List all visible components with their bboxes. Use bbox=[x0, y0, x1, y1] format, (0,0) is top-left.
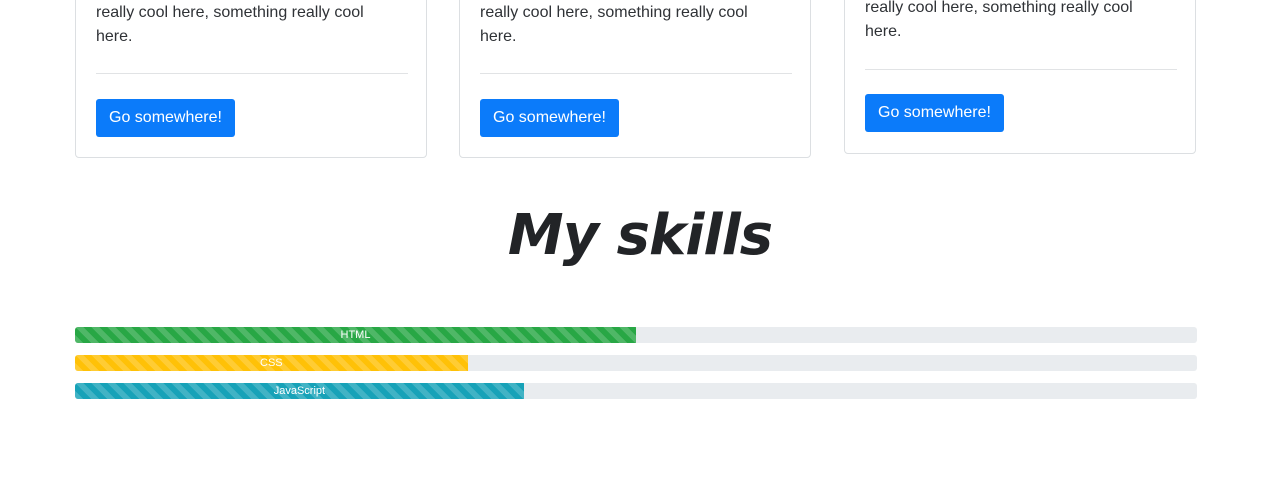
card-divider bbox=[96, 73, 408, 74]
card-text-line: really cool here, something really cool bbox=[480, 4, 748, 21]
card-text-line: here. bbox=[96, 28, 133, 45]
go-somewhere-button[interactable]: Go somewhere! bbox=[865, 94, 1004, 132]
card-text: really cool here, something really cool … bbox=[96, 1, 396, 49]
page: really cool here, something really cool … bbox=[0, 0, 1280, 490]
skill-bar-javascript: JavaScript bbox=[75, 383, 1197, 399]
skills-title: My skills bbox=[507, 203, 773, 268]
project-card-2: really cool here, something really cool … bbox=[459, 0, 811, 158]
skill-bar-fill: JavaScript bbox=[75, 383, 524, 399]
card-text-line: really cool here, something really cool bbox=[865, 0, 1133, 16]
skill-bar-html: HTML bbox=[75, 327, 1197, 343]
go-somewhere-button[interactable]: Go somewhere! bbox=[96, 99, 235, 137]
skill-bar-label: JavaScript bbox=[273, 385, 326, 397]
go-somewhere-button[interactable]: Go somewhere! bbox=[480, 99, 619, 137]
skill-bar-label: CSS bbox=[260, 357, 283, 369]
card-text-line: here. bbox=[480, 28, 517, 45]
skill-bar-fill: HTML bbox=[75, 327, 636, 343]
skill-bar-fill: CSS bbox=[75, 355, 468, 371]
skill-bar-css: CSS bbox=[75, 355, 1197, 371]
project-card-3: really cool here, something really cool … bbox=[844, 0, 1196, 154]
card-text: really cool here, something really cool … bbox=[865, 0, 1165, 44]
skill-bar-label: HTML bbox=[340, 329, 371, 341]
card-divider bbox=[865, 69, 1177, 70]
card-text: really cool here, something really cool … bbox=[480, 1, 780, 49]
card-divider bbox=[480, 73, 792, 74]
card-text-line: here. bbox=[865, 23, 902, 40]
card-text-line: really cool here, something really cool bbox=[96, 4, 364, 21]
project-card-1: really cool here, something really cool … bbox=[75, 0, 427, 158]
